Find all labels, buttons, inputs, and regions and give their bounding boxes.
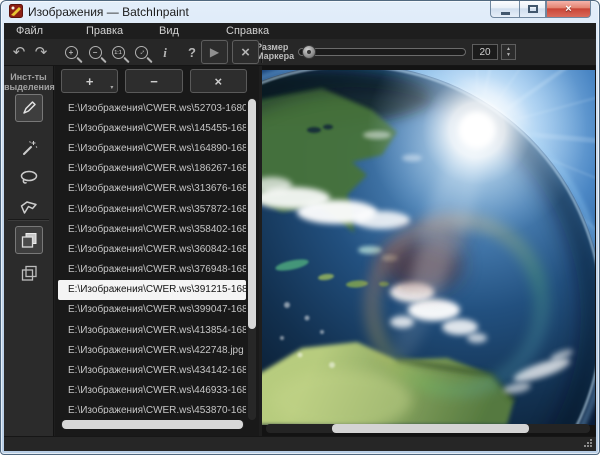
polygon-lasso-icon bbox=[19, 199, 39, 216]
help-icon: ? bbox=[188, 45, 196, 60]
file-list-item[interactable]: E:\Изображения\CWER.ws\376948-1680x1050.… bbox=[58, 260, 246, 280]
scrollbar-thumb[interactable] bbox=[62, 420, 243, 429]
zoom-actual-size-icon: 1:1 bbox=[112, 46, 125, 59]
layers-filled-icon bbox=[20, 231, 39, 250]
app-window: Изображения — BatchInpaint × Файл Правка В… bbox=[0, 0, 600, 455]
minimize-icon bbox=[501, 12, 510, 15]
file-list-item[interactable]: E:\Изображения\CWER.ws\52703-1680x1050.j… bbox=[58, 98, 246, 118]
file-list-item[interactable]: E:\Изображения\CWER.ws\391215-1680x1050.… bbox=[58, 280, 246, 300]
scrollbar-thumb[interactable] bbox=[332, 424, 529, 433]
undo-icon: ↶ bbox=[13, 45, 26, 60]
file-list-item[interactable]: E:\Изображения\CWER.ws\186267-1680x1050.… bbox=[58, 159, 246, 179]
lasso-tool[interactable] bbox=[15, 163, 43, 191]
main-area: Инст-ты выделения +▾−× E:\Изображения\CW… bbox=[4, 66, 596, 436]
layers-outline-icon bbox=[20, 264, 39, 283]
magic-wand-icon bbox=[20, 138, 39, 157]
slider-handle-icon[interactable] bbox=[302, 45, 316, 59]
redo-icon: ↷ bbox=[35, 45, 48, 60]
marker-size-spinner[interactable]: ▲ ▼ bbox=[501, 44, 516, 60]
file-list-item[interactable]: E:\Изображения\CWER.ws\422748.jpg bbox=[58, 340, 246, 360]
subtract-selection-tool[interactable] bbox=[15, 259, 43, 287]
file-list-panel: +▾−× E:\Изображения\CWER.ws\52703-1680x1… bbox=[55, 66, 259, 436]
file-list-item[interactable]: E:\Изображения\CWER.ws\399047-1680x1050.… bbox=[58, 300, 246, 320]
preview-image[interactable] bbox=[262, 70, 595, 425]
file-list-item[interactable]: E:\Изображения\CWER.ws\453870-1680x1050.… bbox=[58, 401, 246, 414]
close-icon: × bbox=[565, 4, 571, 15]
file-list-item[interactable]: E:\Изображения\CWER.ws\313676-1680x1050.… bbox=[58, 179, 246, 199]
zoom-out-icon: − bbox=[89, 46, 102, 59]
remove-file-button[interactable]: − bbox=[125, 69, 182, 93]
selection-tools-sidebar: Инст-ты выделения bbox=[4, 66, 54, 436]
status-bar bbox=[4, 436, 596, 451]
pencil-icon bbox=[20, 99, 38, 117]
file-list-item[interactable]: E:\Изображения\CWER.ws\413854-1680x1050.… bbox=[58, 320, 246, 340]
window-title: Изображения — BatchInpaint bbox=[28, 5, 189, 19]
file-list: E:\Изображения\CWER.ws\52703-1680x1050.j… bbox=[58, 98, 246, 414]
file-list-vertical-scrollbar[interactable] bbox=[248, 98, 256, 420]
stop-button[interactable]: × bbox=[232, 40, 259, 64]
help-button[interactable]: ? bbox=[181, 42, 203, 62]
run-button[interactable]: ▶ bbox=[201, 40, 228, 64]
zoom-fit-button[interactable]: ↔ bbox=[130, 42, 152, 62]
file-list-item[interactable]: E:\Изображения\CWER.ws\358402-1680x1050.… bbox=[58, 219, 246, 239]
close-button[interactable]: × bbox=[546, 1, 591, 18]
menu-help[interactable]: Справка bbox=[226, 25, 269, 37]
add-files-button-icon: + bbox=[86, 74, 94, 89]
scrollbar-thumb[interactable] bbox=[248, 99, 256, 329]
clear-files-button-icon: × bbox=[215, 74, 223, 89]
minimize-button[interactable] bbox=[490, 1, 519, 18]
file-list-item[interactable]: E:\Изображения\CWER.ws\145455-1680x1050.… bbox=[58, 118, 246, 138]
menu-view[interactable]: Вид bbox=[159, 25, 179, 37]
file-actions: +▾−× bbox=[61, 69, 247, 93]
stop-icon: × bbox=[241, 45, 250, 60]
file-list-item[interactable]: E:\Изображения\CWER.ws\446933-1680x1050.… bbox=[58, 381, 246, 401]
toolbar: Размер Маркера 20 ▲ ▼ ↶ ↷ +−1:1 ↔ i? ▶ × bbox=[4, 39, 596, 66]
menu-bar: Файл Правка Вид Справка bbox=[4, 23, 596, 39]
sidebar-title: Инст-ты выделения bbox=[4, 66, 53, 92]
redo-button[interactable]: ↷ bbox=[30, 42, 52, 62]
marker-size-input[interactable]: 20 bbox=[472, 44, 498, 60]
maximize-button[interactable] bbox=[519, 1, 546, 18]
title-bar[interactable]: Изображения — BatchInpaint × bbox=[1, 1, 599, 23]
maximize-icon bbox=[528, 5, 538, 13]
file-list-horizontal-scrollbar[interactable] bbox=[61, 420, 244, 429]
tool-group-separator bbox=[8, 219, 49, 220]
caption-buttons: × bbox=[490, 1, 591, 18]
zoom-fit-icon: ↔ bbox=[135, 46, 148, 59]
file-list-item[interactable]: E:\Изображения\CWER.ws\434142-1680x1050.… bbox=[58, 360, 246, 380]
content-area: Файл Правка Вид Справка Размер Маркера 20 ▲… bbox=[4, 23, 596, 451]
image-preview-panel bbox=[262, 66, 596, 436]
zoom-in-icon: + bbox=[65, 46, 78, 59]
undo-button[interactable]: ↶ bbox=[8, 42, 30, 62]
lasso-icon bbox=[19, 169, 39, 186]
pencil-tool[interactable] bbox=[15, 94, 43, 122]
menu-file[interactable]: Файл bbox=[16, 25, 43, 37]
marker-size-slider[interactable] bbox=[298, 48, 466, 56]
file-list-item[interactable]: E:\Изображения\CWER.ws\360842-1680x1050.… bbox=[58, 239, 246, 259]
marker-size-label: Размер Маркера bbox=[256, 43, 296, 61]
magic-wand-tool[interactable] bbox=[15, 133, 43, 161]
info-button[interactable]: i bbox=[154, 42, 176, 62]
menu-edit[interactable]: Правка bbox=[86, 25, 123, 37]
add-files-button[interactable]: +▾ bbox=[61, 69, 118, 93]
combine-selection-tool[interactable] bbox=[15, 226, 43, 254]
file-list-item[interactable]: E:\Изображения\CWER.ws\357872-1680x1050.… bbox=[58, 199, 246, 219]
app-icon bbox=[9, 4, 23, 18]
zoom-actual-size-button[interactable]: 1:1 bbox=[107, 42, 129, 62]
remove-file-button-icon: − bbox=[150, 74, 158, 89]
dropdown-arrow-icon: ▾ bbox=[110, 84, 113, 91]
file-list-item[interactable]: E:\Изображения\CWER.ws\164890-1680x1050.… bbox=[58, 138, 246, 158]
preview-horizontal-scrollbar[interactable] bbox=[266, 424, 590, 433]
polygon-lasso-tool[interactable] bbox=[15, 193, 43, 221]
clear-files-button[interactable]: × bbox=[190, 69, 247, 93]
resize-grip-icon[interactable] bbox=[583, 439, 592, 448]
spin-down-icon[interactable]: ▼ bbox=[506, 52, 511, 58]
zoom-in-button[interactable]: + bbox=[60, 42, 82, 62]
run-icon: ▶ bbox=[210, 45, 219, 59]
info-icon: i bbox=[163, 45, 167, 60]
zoom-out-button[interactable]: − bbox=[84, 42, 106, 62]
